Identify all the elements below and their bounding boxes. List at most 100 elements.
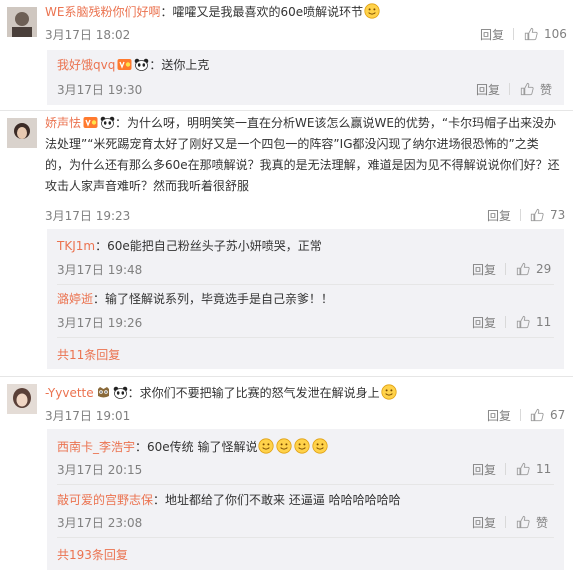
comment-text: 法处理”“米死踢宠育太好了刚好又是一个四包一的阵容”IG都没闪现了纳尔进场很恐怖…: [45, 137, 539, 151]
reply-box: 西南卡_李浩宇：60e传统 输了怪解说 3月17日 20:15 回复 11 敲可…: [47, 429, 564, 570]
reply-text-line: TKJ1m：60e能把自己粉丝头子苏小妍喷哭，正常: [57, 238, 322, 254]
more-replies-link[interactable]: 共193条回复: [57, 546, 128, 563]
reply-text: ：输了怪解说系列，毕竟选手是自己亲爹！！: [93, 292, 334, 306]
timestamp: 3月17日 19:01: [45, 409, 131, 423]
reply-divider: [57, 537, 554, 538]
smile-emoji-icon: [364, 3, 380, 19]
smile-emoji-icon: [381, 384, 397, 400]
comment-text: ：嚯嚯又是我最喜欢的60e喷解说环节: [160, 5, 364, 19]
username-link[interactable]: TKJ1m: [57, 239, 95, 253]
comment-item: WE系脑残粉你们好啊：嚯嚯又是我最喜欢的60e喷解说环节 3月17日 18:02…: [0, 0, 573, 110]
divider: [505, 316, 506, 328]
like-count: 73: [550, 208, 566, 222]
thumbs-up-icon: [530, 408, 544, 422]
reply-button[interactable]: 回复: [472, 461, 496, 478]
reply-text-line: 我好饿qvq ：送你上克: [57, 57, 209, 73]
timestamp: 3月17日 19:23: [45, 209, 131, 223]
like-button[interactable]: 赞: [520, 81, 552, 97]
comment-item: 娇声怯 ：为什么呀，明明笑笑一直在分析WE该怎么赢说WE的优势，“卡尔玛帽子出来没…: [0, 111, 573, 376]
avatar[interactable]: [7, 384, 37, 414]
username-link[interactable]: WE系脑残粉你们好啊: [45, 5, 160, 19]
timestamp: 3月17日 19:48: [57, 263, 143, 277]
smile-emoji-icon: [276, 438, 292, 454]
reply-button[interactable]: 回复: [487, 207, 511, 224]
timestamp: 3月17日 19:26: [57, 316, 143, 330]
divider: [509, 83, 510, 95]
like-count: 29: [536, 262, 552, 276]
avatar[interactable]: [7, 7, 37, 37]
comment-text-line: -Yyvette ：求你们不要把输了比赛的怒气发泄在解说身上: [45, 384, 398, 401]
divider: [505, 516, 506, 528]
reply-button[interactable]: 回复: [472, 514, 496, 531]
reply-button[interactable]: 回复: [472, 314, 496, 331]
like-count: 赞: [540, 82, 553, 97]
thumbs-up-icon: [516, 315, 530, 329]
username-link[interactable]: 敲可爱的宫野志保: [57, 493, 153, 507]
like-count: 11: [536, 315, 552, 329]
reply-text: ：地址都给了你们不敢来 还逼逼 哈哈哈哈哈哈: [153, 493, 401, 507]
panda-icon: [113, 386, 128, 399]
reply-divider: [57, 284, 554, 285]
username-link[interactable]: 潞婷逝: [57, 292, 93, 306]
comment-text-block: 娇声怯 ：为什么呀，明明笑笑一直在分析WE该怎么赢说WE的优势，“卡尔玛帽子出来没…: [45, 113, 565, 197]
reply-text-line: 敲可爱的宫野志保：地址都给了你们不敢来 还逼逼 哈哈哈哈哈哈: [57, 492, 401, 508]
thumbs-up-icon: [516, 515, 530, 529]
timestamp: 3月17日 18:02: [45, 28, 131, 42]
username-link[interactable]: 我好饿qvq: [57, 58, 115, 72]
reply-divider: [57, 484, 554, 485]
divider: [520, 409, 521, 421]
reply-text: ：60e能把自己粉丝头子苏小妍喷哭，正常: [95, 239, 322, 253]
reply-text: ：送你上克: [149, 58, 210, 72]
username-link[interactable]: 西南卡_李浩宇: [57, 440, 135, 454]
like-count: 67: [550, 408, 566, 422]
divider: [505, 263, 506, 275]
reply-divider: [57, 337, 554, 338]
like-count: 赞: [536, 515, 549, 530]
owl-badge-icon: [96, 386, 111, 399]
like-count: 11: [536, 462, 552, 476]
reply-box: TKJ1m：60e能把自己粉丝头子苏小妍喷哭，正常 3月17日 19:48 回复…: [47, 229, 564, 369]
thumbs-up-icon: [516, 462, 530, 476]
timestamp: 3月17日 19:30: [57, 83, 143, 97]
panda-icon: [134, 58, 149, 71]
reply-text: ：60e传统 输了怪解说: [135, 440, 258, 454]
reply-button[interactable]: 回复: [487, 407, 511, 424]
like-button[interactable]: 106: [524, 26, 567, 42]
like-button[interactable]: 11: [516, 461, 551, 477]
avatar[interactable]: [7, 118, 37, 148]
thumbs-up-icon: [524, 27, 538, 41]
divider: [505, 463, 506, 475]
comment-text: ：求你们不要把输了比赛的怒气发泄在解说身上: [127, 386, 380, 400]
comment-item: -Yyvette ：求你们不要把输了比赛的怒气发泄在解说身上 3月17日 19:0…: [0, 377, 573, 570]
thumbs-up-icon: [520, 82, 534, 96]
username-link[interactable]: 娇声怯: [45, 116, 81, 130]
like-button[interactable]: 29: [516, 261, 551, 277]
reply-button[interactable]: 回复: [476, 81, 500, 98]
reply-text-line: 西南卡_李浩宇：60e传统 输了怪解说: [57, 438, 329, 455]
like-button[interactable]: 67: [530, 407, 565, 423]
smile-emoji-icon: [294, 438, 310, 454]
divider: [520, 209, 521, 221]
like-button[interactable]: 73: [530, 207, 565, 223]
timestamp: 3月17日 20:15: [57, 463, 143, 477]
thumbs-up-icon: [516, 262, 530, 276]
vip-badge-icon: [83, 116, 98, 129]
username-link[interactable]: -Yyvette: [45, 386, 94, 400]
reply-button[interactable]: 回复: [472, 261, 496, 278]
comment-text: 的，为什么还有那么多60e在那喷解说？我真的是无法理解，难道是因为见不得解说说你…: [45, 158, 560, 172]
like-button[interactable]: 赞: [516, 514, 548, 530]
smile-emoji-icon: [312, 438, 328, 454]
comment-text-line: WE系脑残粉你们好啊：嚯嚯又是我最喜欢的60e喷解说环节: [45, 3, 381, 20]
comment-text: 攻击人家声音难听？然而我听着很舒服: [45, 179, 250, 193]
panda-icon: [100, 116, 115, 129]
vip-badge-icon: [117, 58, 132, 71]
thumbs-up-icon: [530, 208, 544, 222]
reply-text-line: 潞婷逝：输了怪解说系列，毕竟选手是自己亲爹！！: [57, 291, 333, 307]
timestamp: 3月17日 23:08: [57, 516, 143, 530]
like-count: 106: [544, 27, 567, 41]
like-button[interactable]: 11: [516, 314, 551, 330]
divider: [513, 28, 514, 40]
reply-box: 我好饿qvq ：送你上克 3月17日 19:30 回复 赞: [47, 50, 564, 105]
reply-button[interactable]: 回复: [480, 26, 504, 43]
more-replies-link[interactable]: 共11条回复: [57, 346, 120, 363]
